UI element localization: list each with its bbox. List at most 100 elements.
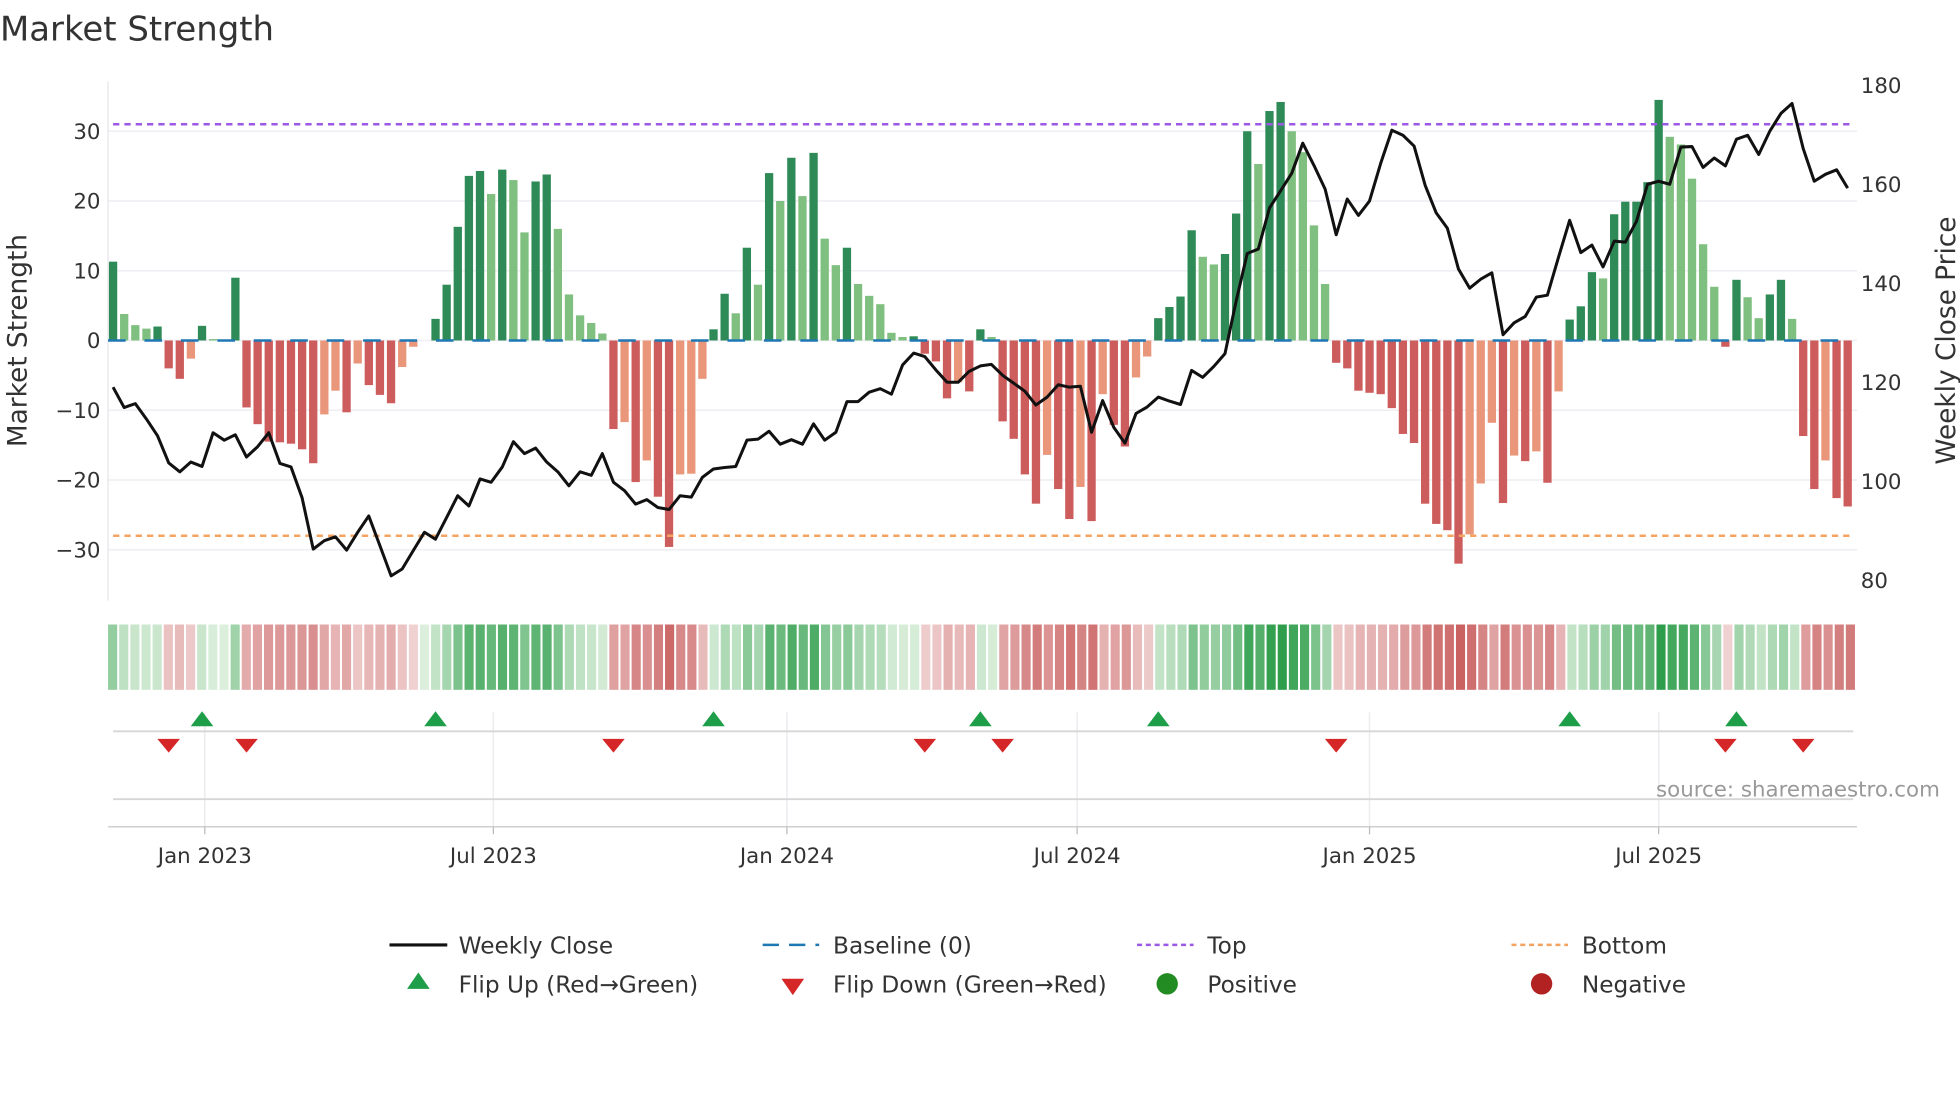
- y-tick-label: −10: [55, 399, 100, 424]
- heatmap-cell: [1834, 624, 1844, 690]
- strength-bar: [1354, 340, 1363, 391]
- strength-bar: [1487, 340, 1497, 423]
- strength-bar: [1054, 340, 1063, 490]
- strength-bar: [475, 171, 485, 341]
- strength-bar: [108, 261, 118, 341]
- strength-bar: [1176, 296, 1185, 341]
- strength-bar: [1332, 340, 1341, 363]
- x-tick-label: Jul 2024: [1032, 844, 1121, 869]
- strength-bar: [1810, 340, 1819, 490]
- legend-label: Bottom: [1582, 933, 1667, 960]
- heatmap-cell: [386, 624, 396, 690]
- heatmap-cell: [1411, 624, 1421, 690]
- heatmap-cell: [1188, 624, 1198, 690]
- heatmap-cell: [520, 624, 530, 690]
- strength-bar: [798, 196, 807, 341]
- x-tick-label: Jan 2024: [738, 844, 834, 869]
- heatmap-cell: [1177, 624, 1187, 690]
- strength-bar: [709, 329, 718, 341]
- strength-bar: [1532, 340, 1541, 452]
- strength-bar: [653, 340, 663, 497]
- heatmap-cell: [642, 624, 652, 690]
- strength-bar: [1799, 340, 1808, 437]
- strength-bar: [1587, 272, 1597, 341]
- heatmap-cell: [1121, 624, 1131, 690]
- strength-bar: [753, 284, 763, 341]
- heatmap-cell: [152, 624, 162, 690]
- legend-label: Negative: [1582, 972, 1686, 999]
- heatmap-cell: [130, 624, 140, 690]
- heatmap-cell: [1567, 624, 1577, 690]
- heatmap-cell: [174, 624, 185, 690]
- legend-label: Top: [1206, 933, 1246, 960]
- strength-bar: [1743, 297, 1752, 341]
- strength-bar: [1098, 340, 1107, 395]
- flip-up-marker: [1558, 711, 1582, 727]
- legend-item-weekly-close: Weekly Close: [389, 933, 613, 960]
- strength-bar: [820, 238, 829, 341]
- heatmap-cell: [308, 624, 318, 690]
- heatmap-cell: [910, 624, 920, 690]
- heatmap-cell: [1077, 624, 1087, 690]
- heatmap-cell: [1500, 624, 1510, 690]
- heatmap-cell: [965, 624, 975, 690]
- triangle-up-icon: [407, 972, 430, 989]
- heatmap-cell: [1377, 624, 1388, 690]
- strength-bar: [631, 340, 640, 483]
- strength-bar: [1576, 306, 1585, 341]
- flip-up-marker: [190, 711, 214, 727]
- strength-bar: [297, 340, 307, 450]
- strength-bar: [676, 340, 685, 475]
- heatmap-cell: [1678, 624, 1688, 690]
- flip-down-marker: [157, 738, 180, 753]
- strength-bar: [998, 340, 1007, 422]
- strength-bar: [1298, 152, 1307, 341]
- legend-item-flip-up: Flip Up (Red→Green): [407, 972, 698, 999]
- heatmap-cell: [264, 624, 274, 690]
- heatmap-cell: [898, 624, 909, 690]
- heatmap-cell: [1511, 624, 1521, 690]
- strength-bar: [564, 294, 574, 341]
- strength-bar: [1621, 201, 1630, 341]
- heatmap-cell: [1790, 624, 1800, 690]
- heatmap-cell: [1745, 624, 1755, 690]
- heatmap-cell: [1667, 624, 1677, 690]
- heatmap-cell: [765, 624, 775, 690]
- strength-bar: [342, 340, 351, 413]
- legend-label: Weekly Close: [459, 933, 614, 960]
- heatmap-cell: [865, 624, 875, 690]
- strength-bar: [1009, 340, 1018, 439]
- strength-bar: [1198, 256, 1207, 341]
- y-tick-label: 10: [73, 259, 100, 284]
- heatmap-cell: [1043, 624, 1053, 690]
- strength-bar: [231, 277, 240, 341]
- y2-tick-label: 140: [1861, 272, 1902, 297]
- strength-bar: [953, 340, 963, 383]
- heatmap-cell: [1812, 624, 1822, 690]
- heatmap-cell: [108, 624, 118, 690]
- market-strength-chart: Market Strength 3020100−10−20−30 1801601…: [0, 9, 1960, 999]
- strength-bar: [1432, 340, 1441, 524]
- strength-bar: [698, 340, 707, 379]
- heatmap-cell: [1166, 624, 1176, 690]
- strength-bar: [965, 340, 974, 392]
- heatmap-cell: [464, 624, 474, 690]
- heatmap-cell: [397, 624, 407, 690]
- flip-down-marker: [913, 738, 937, 753]
- strength-bar: [1821, 340, 1830, 461]
- heatmap-cell: [653, 624, 664, 690]
- heatmap-cell: [119, 624, 129, 690]
- strength-bar: [1787, 318, 1797, 341]
- heatmap-cell: [1233, 624, 1243, 690]
- strength-bar: [931, 340, 941, 362]
- strength-bar: [1710, 286, 1719, 341]
- strength-bar: [1154, 318, 1163, 341]
- strength-bar: [542, 174, 551, 341]
- flip-up-marker: [1725, 711, 1748, 727]
- heatmap-cell: [698, 624, 708, 690]
- strength-bar: [431, 318, 440, 341]
- flip-up-marker: [702, 711, 725, 727]
- strength-bar: [1610, 214, 1619, 341]
- heatmap-cell: [598, 624, 608, 690]
- heatmap-cell: [542, 624, 552, 690]
